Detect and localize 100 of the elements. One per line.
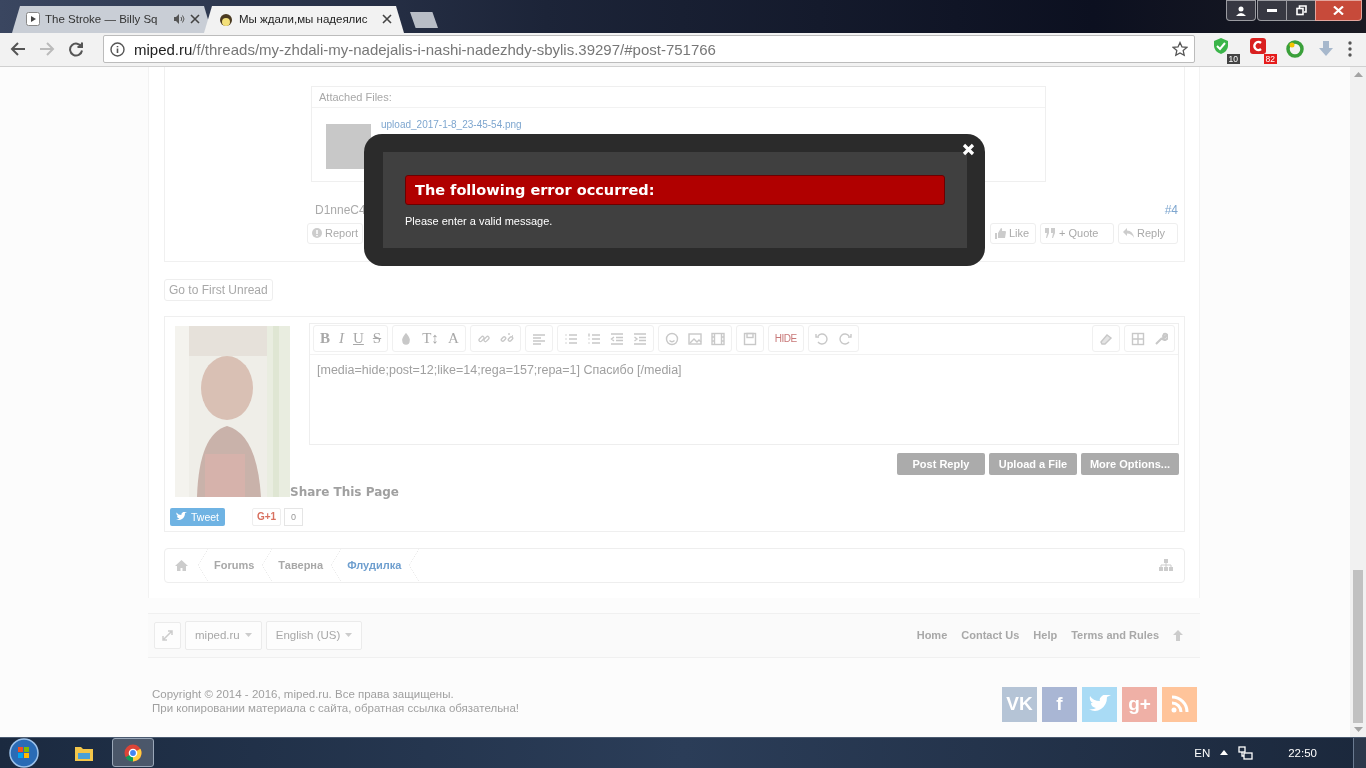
close-icon xyxy=(1333,6,1344,15)
error-message: Please enter a valid message. xyxy=(405,214,554,227)
minimize-icon xyxy=(1267,8,1277,13)
thumbs-up-icon xyxy=(995,227,1006,239)
extension-icon[interactable] xyxy=(1286,40,1304,59)
toolbar-button[interactable]: B xyxy=(320,330,330,348)
alert-icon xyxy=(312,228,322,239)
breadcrumb-link[interactable]: Forums xyxy=(208,548,263,582)
start-button[interactable] xyxy=(6,738,42,768)
google-plus-button[interactable]: G+1 xyxy=(252,507,281,526)
breadcrumb-link[interactable]: Таверна xyxy=(272,548,332,582)
outdent-icon[interactable] xyxy=(609,331,624,346)
film-icon[interactable] xyxy=(710,331,725,346)
new-tab-button[interactable] xyxy=(410,11,438,28)
show-desktop-button[interactable] xyxy=(1353,738,1366,768)
minimize-button[interactable] xyxy=(1257,0,1286,21)
home-icon xyxy=(175,559,188,571)
close-button[interactable] xyxy=(1315,0,1362,21)
extension-icon[interactable] xyxy=(1249,37,1267,56)
bird-icon xyxy=(1088,695,1111,714)
network-icon[interactable] xyxy=(1238,746,1255,760)
post-action-button[interactable]: + Quote xyxy=(1040,222,1114,244)
close-icon[interactable] xyxy=(190,14,200,25)
profile-button[interactable] xyxy=(1226,0,1256,21)
arrow-up-icon[interactable] xyxy=(1173,629,1183,641)
forward-icon[interactable] xyxy=(39,41,55,58)
align-left-icon[interactable] xyxy=(531,331,546,346)
arrow-up-icon[interactable] xyxy=(1353,71,1363,77)
social-link[interactable] xyxy=(1082,686,1117,722)
post-author[interactable]: D1nneC4 xyxy=(315,202,366,217)
close-icon[interactable] xyxy=(382,14,392,25)
indent-icon[interactable] xyxy=(632,331,647,346)
error-title: The following error occurred: xyxy=(405,174,945,205)
social-link[interactable]: f xyxy=(1042,686,1077,722)
play-icon xyxy=(26,12,40,27)
browser-tab[interactable]: Мы ждали,мы надеялис xyxy=(204,5,404,33)
smiley-icon[interactable] xyxy=(664,331,679,346)
post-number[interactable]: #4 xyxy=(1164,202,1178,217)
scrollbar[interactable] xyxy=(1350,66,1366,737)
table-icon[interactable] xyxy=(1131,331,1145,346)
toolbar-button[interactable]: A xyxy=(447,330,459,348)
tweet-button[interactable]: Tweet xyxy=(170,507,225,526)
toolbar-button[interactable]: S xyxy=(372,330,382,348)
back-icon[interactable] xyxy=(10,41,26,58)
toolbar-button[interactable]: HIDE xyxy=(774,333,797,345)
taskbar-app-button[interactable] xyxy=(112,738,154,768)
clock[interactable]: 22:50 xyxy=(1288,747,1317,759)
post-action-button[interactable]: Like xyxy=(990,222,1036,244)
language-indicator[interactable]: EN xyxy=(1194,747,1211,759)
form-button[interactable]: Upload a File xyxy=(988,452,1077,475)
redo-icon[interactable] xyxy=(837,331,852,346)
sitemap-icon[interactable] xyxy=(1159,559,1173,572)
go-to-first-unread-button[interactable]: Go to First Unread xyxy=(164,278,273,301)
bullet-list-icon[interactable] xyxy=(563,331,578,346)
reload-icon[interactable] xyxy=(68,41,84,58)
numbered-list-icon[interactable] xyxy=(586,331,601,346)
toolbar-button[interactable]: I xyxy=(339,330,344,348)
footer-link[interactable]: Help xyxy=(1033,629,1058,642)
undo-icon[interactable] xyxy=(814,331,829,346)
toolbar-button[interactable]: T↕ xyxy=(422,330,439,348)
fullscreen-button[interactable] xyxy=(154,621,181,649)
toolbar-button[interactable]: U xyxy=(353,330,364,348)
attachments-heading: Attached Files: xyxy=(312,86,1045,108)
footer-dropdown[interactable]: English (US) xyxy=(265,620,363,650)
tray-arrow-icon[interactable] xyxy=(1220,750,1229,756)
scrollbar-thumb[interactable] xyxy=(1353,569,1363,723)
file-thumbnail[interactable] xyxy=(326,123,371,169)
post-action-button[interactable]: Reply xyxy=(1118,222,1178,244)
menu-icon[interactable] xyxy=(1348,41,1352,58)
reply-icon xyxy=(1123,228,1134,239)
rss-icon xyxy=(1170,695,1189,714)
wrench-icon[interactable] xyxy=(1154,331,1168,346)
caret-icon xyxy=(244,633,252,638)
info-icon xyxy=(110,41,125,57)
image-icon[interactable] xyxy=(687,331,702,346)
form-button[interactable]: Post Reply xyxy=(896,452,985,475)
shield-icon[interactable] xyxy=(1212,37,1230,56)
restore-button[interactable] xyxy=(1286,0,1315,21)
form-button[interactable]: More Options... xyxy=(1080,452,1179,475)
copyright-text: Copyright © 2014 - 2016, miped.ru. Все права защищены. xyxy=(152,686,455,701)
bird-icon xyxy=(176,512,187,522)
count-badge: 10 xyxy=(1226,54,1240,65)
footer-link[interactable]: Contact Us xyxy=(961,629,1020,642)
address-field[interactable]: miped.ru/f/threads/my-zhdali-my-nadejalis-i-nashi-nadezhdy-sbylis.39297/#post-751766 xyxy=(103,35,1195,64)
footer-dropdown[interactable]: miped.ru xyxy=(185,620,262,650)
share-heading: Share This Page xyxy=(290,484,399,499)
social-link[interactable]: g+ xyxy=(1122,686,1157,722)
footer-link[interactable]: Home xyxy=(916,629,948,642)
arrow-down-icon[interactable] xyxy=(1353,727,1363,732)
message-text[interactable]: [media=hide;post=12;like=14;rega=157;repa=1] Спасибо [/media] xyxy=(310,354,1178,385)
social-link[interactable] xyxy=(1162,686,1197,722)
file-link[interactable]: upload_2017-1-8_23-45-54.png xyxy=(381,118,522,130)
breadcrumb-link[interactable]: Флудилка xyxy=(341,548,410,582)
report-button[interactable]: Report xyxy=(307,222,364,244)
social-link[interactable]: VK xyxy=(1002,686,1037,722)
star-icon[interactable] xyxy=(1172,41,1188,58)
message-editor[interactable]: B I U S T↕ A HIDE [media=hide;post=12;like=14;rega=157;repa=1] Спасибо [/media] xyxy=(309,322,1179,445)
eraser-icon[interactable] xyxy=(1099,331,1113,346)
folder-icon[interactable] xyxy=(74,744,94,762)
footer-link[interactable]: Terms and Rules xyxy=(1071,629,1159,642)
